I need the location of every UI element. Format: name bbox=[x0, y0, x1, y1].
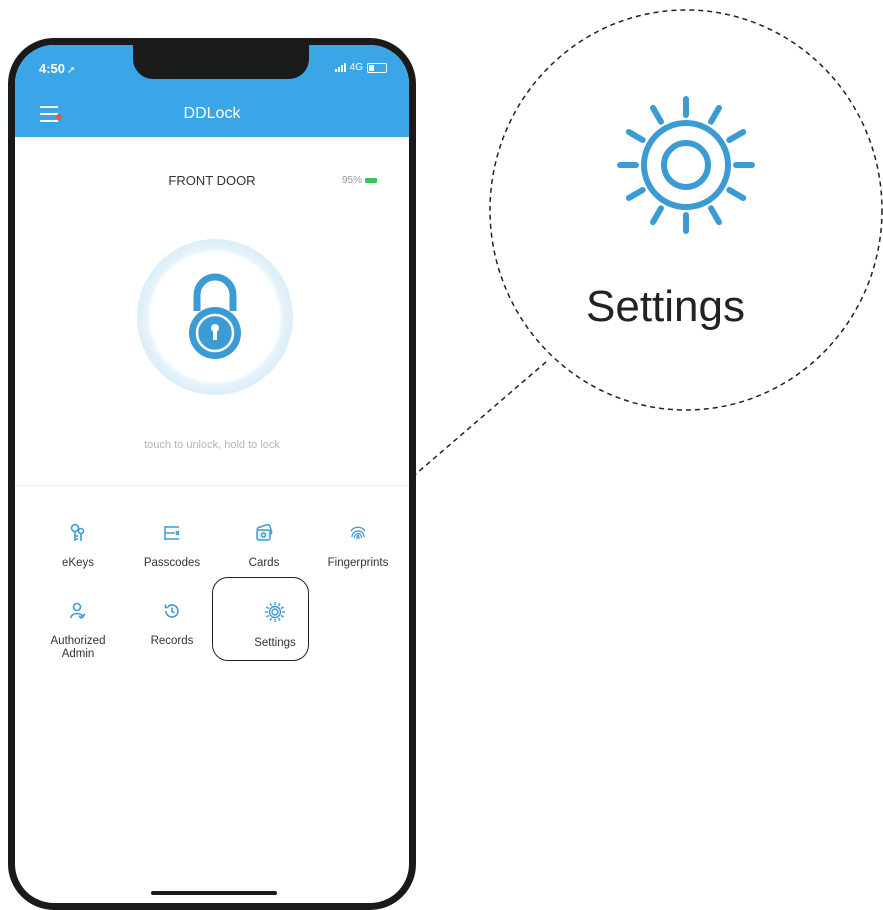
tile-passcodes[interactable]: Passcodes bbox=[126, 523, 218, 570]
app-title: DDLock bbox=[183, 105, 241, 122]
gear-ray bbox=[650, 205, 664, 226]
tile-passcodes-label: Passcodes bbox=[143, 557, 201, 569]
ekeys-icon bbox=[70, 523, 85, 541]
authorized-admin-icon bbox=[70, 602, 86, 620]
tile-authorized-admin[interactable]: Authorized Admin bbox=[32, 601, 124, 661]
tile-ekeys-label: eKeys bbox=[62, 557, 94, 569]
home-indicator[interactable] bbox=[151, 891, 277, 895]
gear-ray bbox=[625, 129, 646, 143]
callout-gear-icon bbox=[617, 96, 755, 234]
tile-records-label: Records bbox=[150, 635, 194, 647]
status-indicators: 4G bbox=[334, 62, 387, 73]
nav-bar: DDLock bbox=[15, 91, 409, 137]
lock-panel: FRONT DOOR 95% touch to unlock, hold to … bbox=[15, 137, 409, 486]
callout-settings-label: Settings bbox=[586, 282, 745, 331]
status-time: 4:50 ➚ bbox=[39, 61, 76, 76]
gear-ray bbox=[726, 129, 747, 143]
lock-battery-value: 95% bbox=[341, 175, 362, 186]
lock-hint: touch to unlock, hold to lock bbox=[144, 439, 280, 451]
tile-cards[interactable]: Cards bbox=[218, 523, 310, 570]
gear-ray bbox=[708, 104, 722, 125]
callout-circle bbox=[489, 9, 883, 411]
gear-ray bbox=[708, 205, 722, 226]
phone-notch bbox=[133, 45, 309, 79]
gear-ray bbox=[625, 187, 646, 201]
gear-ray bbox=[650, 104, 664, 125]
tile-cards-label: Cards bbox=[248, 557, 280, 569]
battery-status-icon bbox=[367, 62, 387, 73]
settings-highlight-box bbox=[212, 577, 309, 661]
padlock-icon bbox=[189, 273, 241, 359]
tile-fingerprints-label: Fingerprints bbox=[327, 557, 389, 569]
location-arrow-icon: ➚ bbox=[67, 65, 76, 76]
lock-battery: 95% bbox=[342, 175, 377, 186]
tile-fingerprints[interactable]: Fingerprints bbox=[312, 523, 404, 570]
unlock-button[interactable] bbox=[137, 239, 293, 395]
gear-ray bbox=[726, 187, 747, 201]
fingerprint-icon bbox=[350, 526, 366, 540]
signal-icon bbox=[334, 63, 346, 72]
tile-records[interactable]: Records bbox=[126, 601, 218, 648]
passcodes-icon bbox=[164, 526, 180, 540]
phone-frame: 4:50 ➚ 4G DDLock FRONT DOOR 95% touch to… bbox=[8, 38, 416, 910]
records-icon bbox=[164, 604, 179, 618]
tile-authorized-admin-label: Authorized Admin bbox=[50, 635, 106, 660]
lock-battery-icon bbox=[365, 178, 377, 183]
tile-ekeys[interactable]: eKeys bbox=[32, 523, 124, 570]
network-label: 4G bbox=[349, 62, 363, 73]
cards-icon bbox=[256, 523, 273, 541]
